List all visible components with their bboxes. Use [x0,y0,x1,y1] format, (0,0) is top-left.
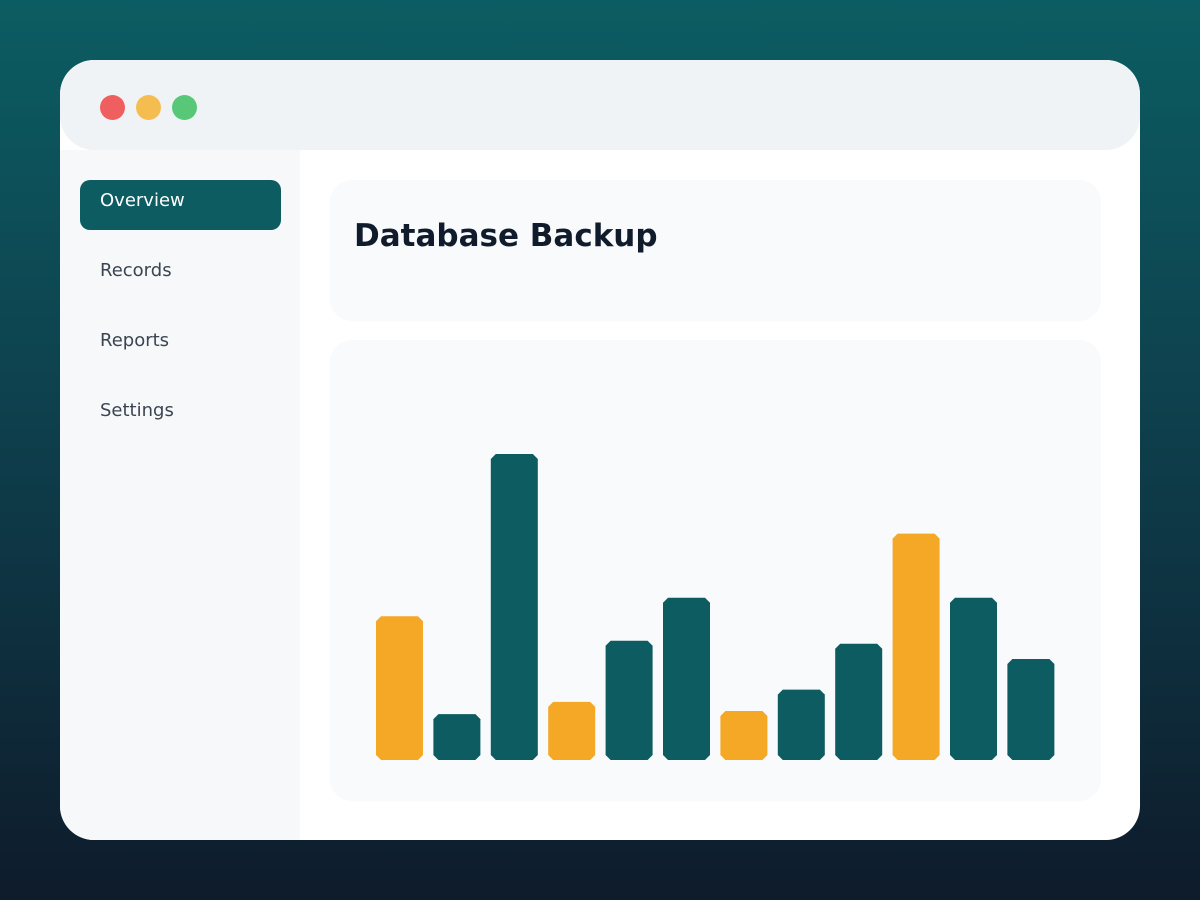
app-window: Overview Records Reports Settings Databa… [60,60,1140,840]
chart-bar [1007,659,1055,760]
chart-bar [835,643,883,760]
sidebar-item-label: Settings [100,400,174,421]
chart-bar [376,616,423,760]
chart-bar [777,689,825,760]
maximize-window-button[interactable] [172,95,197,120]
chart-bar [663,597,710,760]
close-window-button[interactable] [100,95,125,120]
sidebar-item-label: Records [100,260,172,281]
chart-bar [605,640,653,760]
chart-card [330,340,1101,801]
sidebar-item-overview[interactable]: Overview [80,180,281,230]
chart-bar [720,711,768,760]
sidebar-item-reports[interactable]: Reports [80,320,281,370]
chart-bar [892,533,940,760]
chart-bar [950,597,997,760]
sidebar-item-records[interactable]: Records [80,250,281,300]
chart-bar [433,714,481,760]
sidebar-item-label: Overview [100,190,185,211]
chart-bar [548,701,596,760]
bar-chart [376,454,1055,760]
page-title: Database Backup [354,218,658,254]
chart-bar [490,454,538,760]
sidebar: Overview Records Reports Settings [60,150,300,840]
sidebar-item-label: Reports [100,330,170,351]
title-bar [60,60,1140,150]
header-card: Database Backup [330,180,1101,321]
sidebar-item-settings[interactable]: Settings [80,390,281,440]
minimize-window-button[interactable] [136,95,161,120]
